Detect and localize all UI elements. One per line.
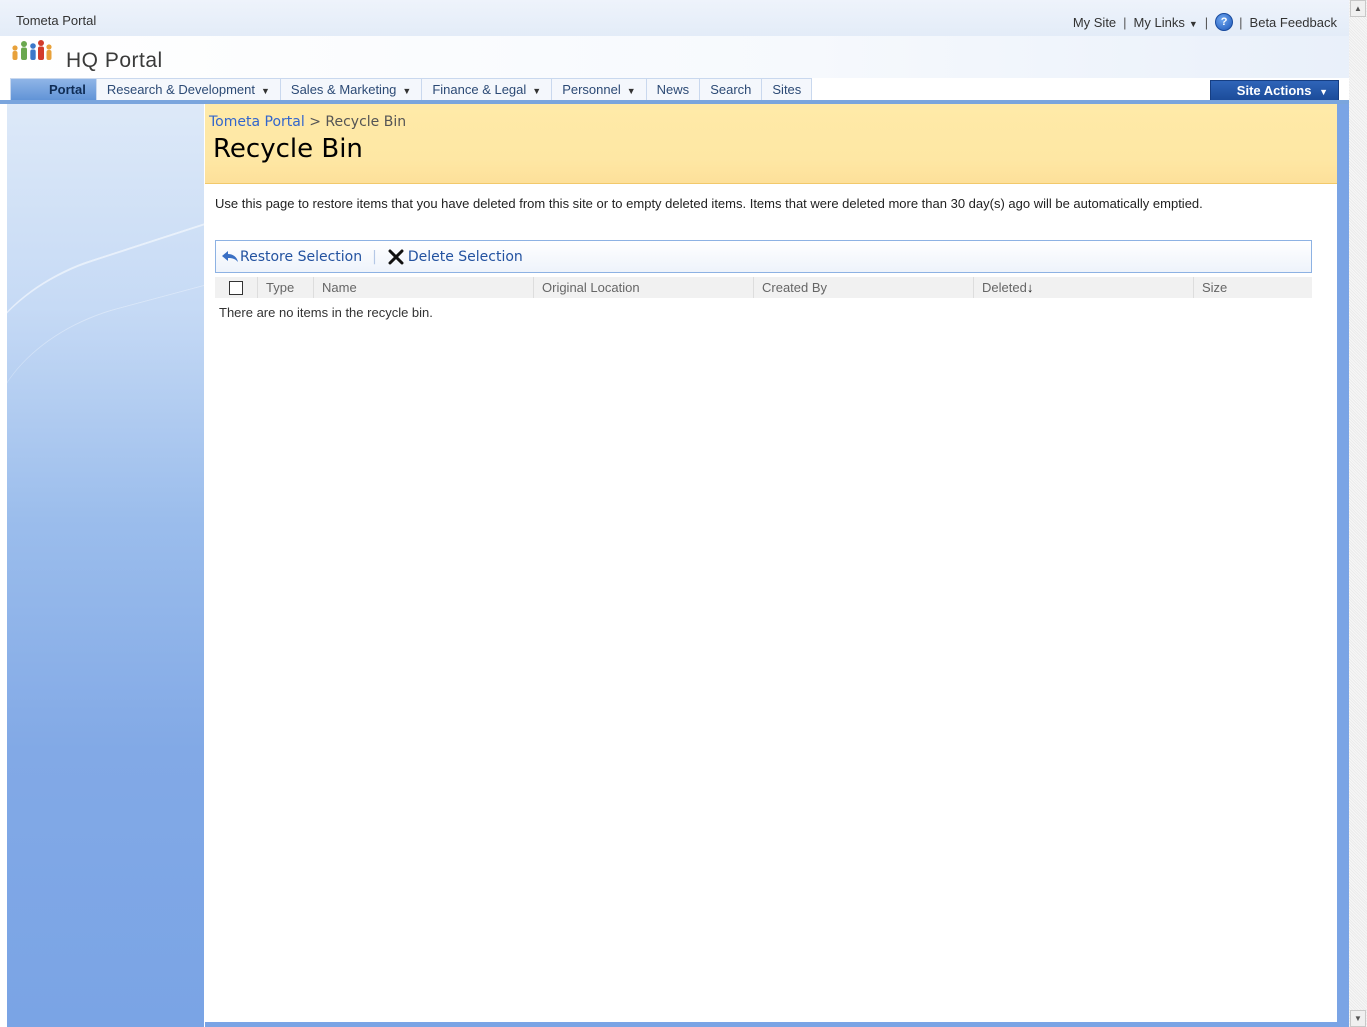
bottom-border-band [205,1022,1337,1027]
tab-sales-marketing[interactable]: Sales & Marketing ▼ [279,78,423,101]
column-label: Deleted [982,280,1027,295]
tab-sites[interactable]: Sites [761,78,813,101]
chevron-down-icon: ▼ [1188,18,1198,29]
tab-research-development[interactable]: Research & Development ▼ [95,78,281,101]
vertical-scrollbar[interactable]: ▲ ▼ [1349,0,1367,1027]
my-links-label: My Links [1133,14,1185,30]
tab-label: Portal [49,82,86,97]
separator: | [1204,14,1209,30]
scroll-down-arrow-icon[interactable]: ▼ [1350,1010,1366,1027]
column-header-size[interactable]: Size [1194,277,1312,298]
tab-finance-legal[interactable]: Finance & Legal ▼ [421,78,553,101]
tab-label: Sites [772,82,802,97]
separator: | [1239,14,1243,30]
page-description: Use this page to restore items that you … [215,196,1203,211]
restore-arrow-icon [222,250,238,262]
column-label: Created By [762,280,828,295]
empty-list-message: There are no items in the recycle bin. [219,305,433,320]
breadcrumb-current: Recycle Bin [325,114,407,130]
column-label: Size [1202,280,1228,295]
tab-portal[interactable]: Portal [10,78,97,101]
column-label: Type [266,280,295,295]
tab-label: Finance & Legal [432,82,527,97]
my-site-link[interactable]: My Site [1073,15,1116,30]
chevron-down-icon[interactable]: ▼ [627,86,636,96]
sort-descending-icon: ↓ [1026,280,1034,295]
delete-x-icon [388,249,404,264]
site-name-link[interactable]: Tometa Portal [16,13,96,28]
site-actions-menu[interactable]: Site Actions ▼ [1210,80,1339,101]
tab-label: Personnel [562,82,621,97]
chevron-down-icon[interactable]: ▼ [402,86,411,96]
page-title: Recycle Bin [213,134,363,164]
chevron-down-icon[interactable]: ▼ [261,86,270,96]
grid-header: Type Name Original Location Created By D… [215,277,1312,298]
restore-selection-label: Restore Selection [240,248,363,265]
chevron-down-icon[interactable]: ▼ [532,86,541,96]
right-border-band [1337,104,1349,1027]
toolbar-separator: | [372,248,377,265]
column-header-name[interactable]: Name [314,277,534,298]
column-label: Original Location [542,280,640,295]
portal-title[interactable]: HQ Portal [66,49,163,73]
column-header-type[interactable]: Type [258,277,314,298]
tab-personnel[interactable]: Personnel ▼ [551,78,647,101]
help-icon[interactable]: ? [1215,13,1234,31]
left-navigation-panel [7,104,204,1027]
main-content: Tometa Portal > Recycle Bin Recycle Bin … [205,104,1337,1022]
separator: | [1123,14,1127,30]
site-actions-label: Site Actions [1236,83,1312,98]
column-header-deleted[interactable]: Deleted↓ [974,277,1194,298]
tab-label: Research & Development [106,82,255,97]
column-header-original-location[interactable]: Original Location [534,277,754,298]
tab-label: News [656,82,690,97]
top-links: My Site | My Links ▼ | ? | Beta Feedback [1073,13,1337,31]
top-navigation: Portal Research & Development ▼ Sales & M… [10,78,813,101]
tab-news[interactable]: News [645,78,701,101]
select-all-checkbox[interactable] [229,280,243,295]
column-label: Name [322,280,357,295]
my-links-menu[interactable]: My Links ▼ [1134,15,1198,30]
site-header: HQ Portal [0,36,1349,78]
tab-search[interactable]: Search [699,78,763,101]
top-utility-bar: Tometa Portal My Site | My Links ▼ | ? | … [0,0,1349,36]
delete-selection-label: Delete Selection [407,248,523,265]
breadcrumb-separator: > [309,114,321,130]
breadcrumb-root-link[interactable]: Tometa Portal [209,114,305,130]
page-title-area: Tometa Portal > Recycle Bin Recycle Bin [205,104,1337,184]
portal-logo-icon[interactable] [10,39,54,61]
tab-label: Sales & Marketing [290,82,397,97]
scroll-up-arrow-icon[interactable]: ▲ [1350,0,1366,17]
select-all-column [215,277,258,298]
breadcrumb: Tometa Portal > Recycle Bin [209,114,406,130]
chevron-down-icon: ▼ [1319,87,1328,97]
beta-feedback-link[interactable]: Beta Feedback [1250,15,1337,30]
tab-label: Search [710,82,752,97]
column-header-created-by[interactable]: Created By [754,277,974,298]
delete-selection-button[interactable]: Delete Selection [383,249,527,265]
recycle-bin-toolbar: Restore Selection | Delete Selection [215,240,1312,273]
restore-selection-button[interactable]: Restore Selection [216,249,366,265]
